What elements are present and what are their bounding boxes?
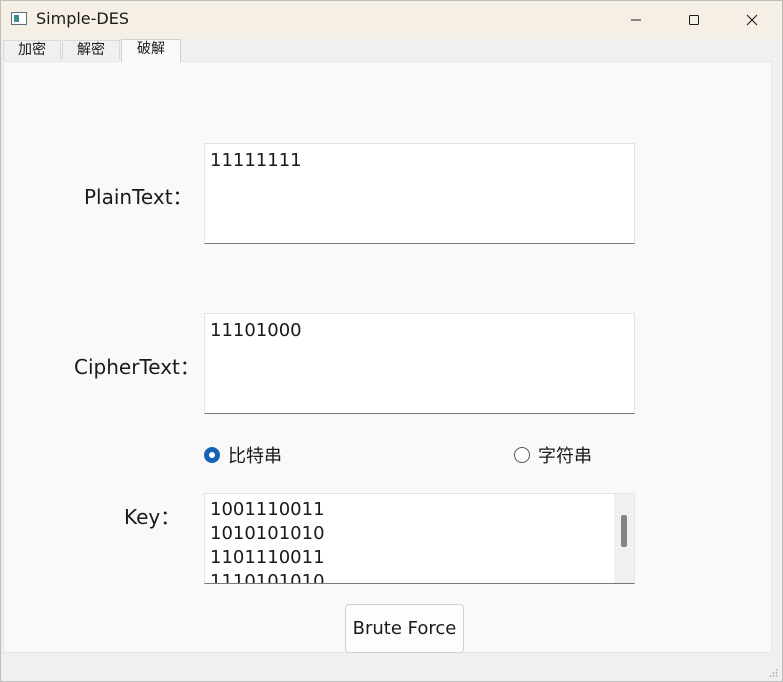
radio-char-string[interactable]: 字符串: [514, 442, 592, 468]
close-button[interactable]: [723, 1, 781, 39]
ciphertext-label: CipherText：: [74, 355, 200, 379]
ciphertext-input[interactable]: 11101000: [204, 313, 635, 414]
maximize-button[interactable]: [665, 1, 723, 39]
key-label: Key：: [124, 505, 181, 529]
tab-crack[interactable]: 破解: [121, 39, 181, 62]
app-window-icon: [11, 12, 27, 25]
close-icon: [746, 14, 758, 26]
status-bar: [1, 653, 782, 681]
tab-encrypt[interactable]: 加密: [3, 40, 61, 60]
window-title: Simple-DES: [36, 9, 129, 28]
radio-bit-string-label: 比特串: [228, 446, 282, 467]
minimize-button[interactable]: [607, 1, 665, 39]
key-output[interactable]: 1001110011 1010101010 1101110011 1110101…: [204, 493, 635, 584]
brute-force-button[interactable]: Brute Force: [345, 604, 464, 653]
tab-bar: 加密 解密 破解: [1, 39, 782, 62]
radio-bit-string[interactable]: 比特串: [204, 442, 282, 468]
radio-checked-icon: [204, 447, 220, 463]
title-bar[interactable]: Simple-DES: [1, 1, 782, 39]
key-scrollbar[interactable]: [614, 494, 634, 583]
minimize-icon: [631, 19, 641, 21]
radio-unchecked-icon: [514, 447, 530, 463]
scrollbar-thumb[interactable]: [621, 515, 627, 547]
key-line: 1001110011: [210, 499, 325, 520]
ciphertext-value: 11101000: [210, 320, 302, 341]
radio-char-string-label: 字符串: [538, 446, 592, 467]
maximize-icon: [689, 15, 699, 25]
key-line: 1110101010: [210, 571, 325, 584]
plaintext-value: 11111111: [210, 150, 302, 171]
tab-decrypt[interactable]: 解密: [62, 40, 120, 60]
plaintext-input[interactable]: 11111111: [204, 143, 635, 244]
plaintext-label: PlainText：: [84, 185, 193, 209]
key-list: 1001110011 1010101010 1101110011 1110101…: [210, 498, 325, 584]
key-line: 1101110011: [210, 547, 325, 568]
resize-grip-icon[interactable]: [768, 668, 778, 678]
app-window: Simple-DES 加密 解密 破解 PlainText： 11111111 …: [0, 0, 783, 682]
key-line: 1010101010: [210, 523, 325, 544]
